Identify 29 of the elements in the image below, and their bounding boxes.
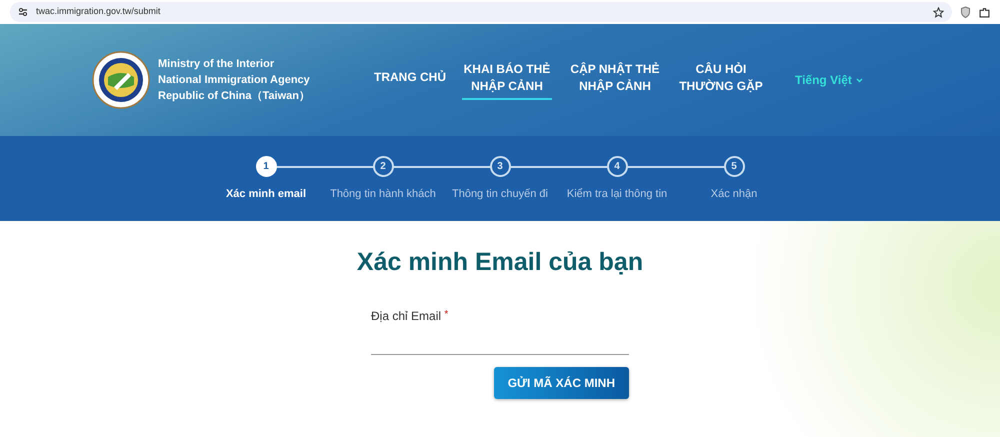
step-number: 4: [606, 156, 628, 177]
agency-name-line: Republic of China（Taiwan）: [158, 89, 310, 104]
url-text: twac.immigration.gov.tw/submit: [36, 5, 160, 18]
extensions-icon[interactable]: [979, 6, 990, 18]
step-number: 1: [256, 156, 276, 177]
nav-link[interactable]: KHAI BÁO THẺ NHẬP CẢNH: [462, 60, 552, 100]
star-icon[interactable]: [933, 6, 944, 18]
step-label: Kiểm tra lại thông tin: [566, 187, 668, 202]
step-number: 2: [372, 156, 394, 177]
nav-link[interactable]: CẬP NHẬT THẺ NHẬP CẢNH: [570, 60, 660, 100]
agency-emblem-drawing: [92, 51, 150, 109]
send-code-button[interactable]: GỬI MÃ XÁC MINH: [494, 366, 629, 398]
step-label: Thông tin hành khách: [330, 187, 436, 202]
email-label: Địa chỉ Email *: [371, 308, 450, 324]
shield-icon[interactable]: [960, 6, 971, 18]
agency-name-line: Ministry of the Interior: [158, 57, 276, 72]
agency-name-line: National Immigration Agency: [158, 73, 310, 88]
nav-link[interactable]: TRANG CHỦ: [374, 69, 446, 91]
page-heading: Xác minh Email của bạn: [356, 247, 644, 278]
address-bar[interactable]: twac.immigration.gov.tw/submit: [10, 2, 952, 22]
step-label: Xác nhận: [710, 187, 758, 202]
site-settings-icon[interactable]: [18, 7, 28, 17]
language-dropdown[interactable]: Tiếng Việt: [794, 71, 863, 89]
chevron-down-icon: [856, 78, 863, 82]
step-number: 5: [724, 156, 744, 177]
step-label: Xác minh email: [226, 187, 306, 202]
step-label: Thông tin chuyến đi: [452, 187, 548, 202]
step-number: 3: [490, 156, 510, 177]
nav-link[interactable]: CÂU HỎI THƯỜNG GẶP: [676, 60, 766, 100]
